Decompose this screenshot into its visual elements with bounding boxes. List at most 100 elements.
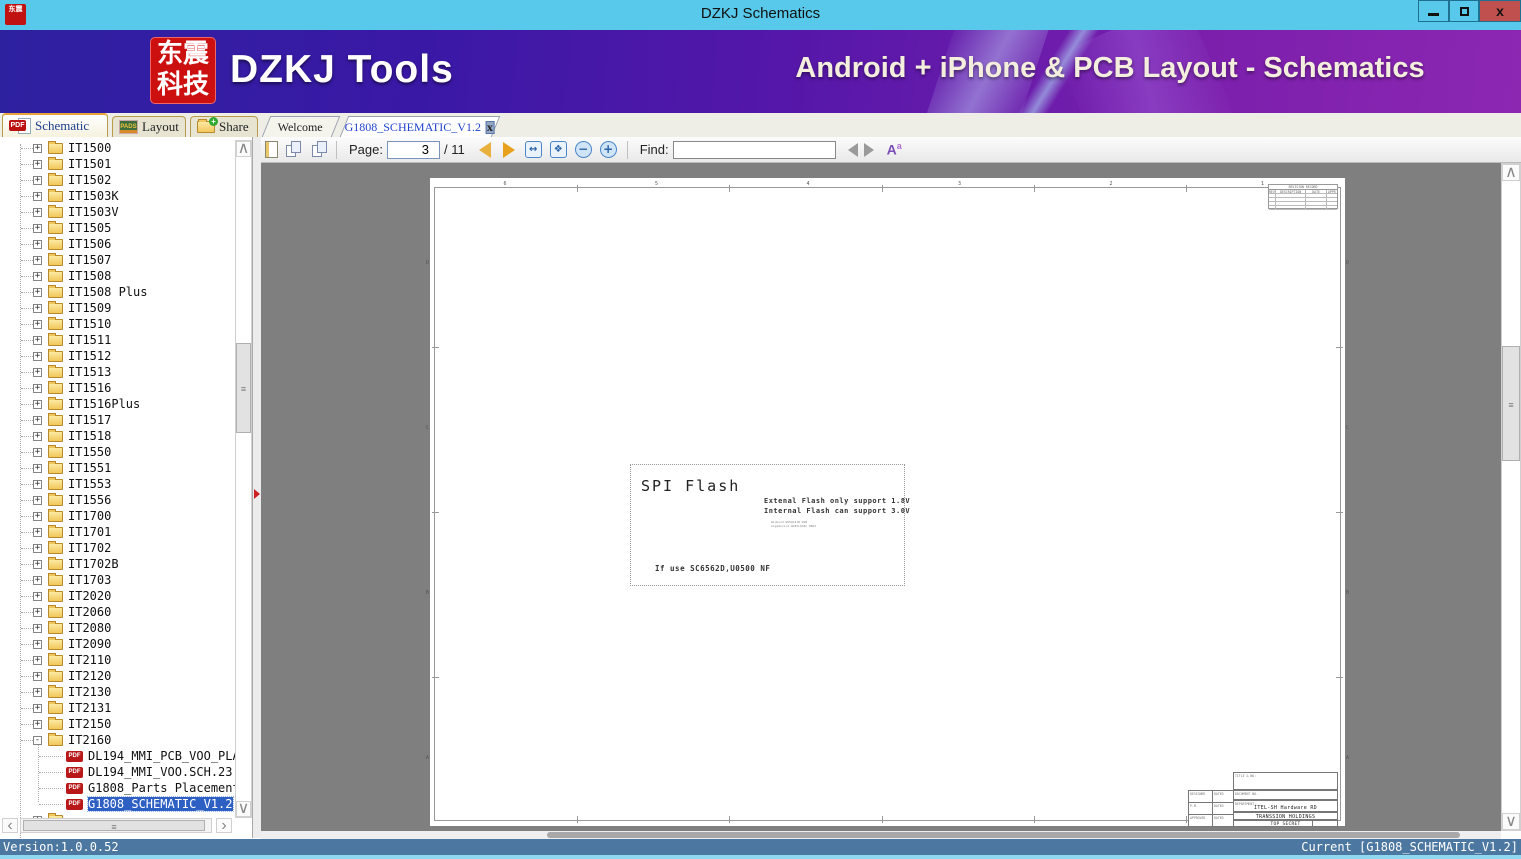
tree-folder-row[interactable]: + IT1516	[0, 380, 235, 396]
expand-icon[interactable]: +	[33, 271, 42, 281]
tree-folder-row[interactable]: + IT1506	[0, 236, 235, 252]
zoom-out-icon[interactable]: −	[574, 141, 592, 158]
tree-vertical-scrollbar[interactable]: ∧ ≡ ∨	[235, 140, 252, 818]
tree-folder-row[interactable]: + IT1501	[0, 156, 235, 172]
expand-icon[interactable]: +	[33, 351, 42, 361]
tree-pdf-row[interactable]: PDF G1808_Parts Placement	[0, 780, 235, 796]
viewer-hscrollbar-thumb[interactable]	[547, 832, 1460, 838]
expand-icon[interactable]: +	[33, 575, 42, 585]
expand-icon[interactable]: +	[33, 463, 42, 473]
close-button[interactable]: x	[1479, 0, 1521, 22]
expand-icon[interactable]: +	[33, 207, 42, 217]
tree-folder-row[interactable]: + IT2060	[0, 604, 235, 620]
tree-folder-row[interactable]: + IT1702B	[0, 556, 235, 572]
expand-icon[interactable]: +	[33, 559, 42, 569]
tree-pdf-row[interactable]: PDF DL194_MMI_VOO.SCH.23	[0, 764, 235, 780]
tree-folder-row[interactable]: + IT2130	[0, 684, 235, 700]
copy-page-icon[interactable]	[286, 141, 304, 158]
expand-icon[interactable]: +	[33, 527, 42, 537]
expand-icon[interactable]: +	[33, 255, 42, 265]
maximize-button[interactable]	[1449, 0, 1479, 22]
tree-folder-row[interactable]: + IT2080	[0, 620, 235, 636]
tree-folder-row[interactable]: + IT1511	[0, 332, 235, 348]
tree-folder-row[interactable]: + IT1512	[0, 348, 235, 364]
tree-folder-row[interactable]: + IT1703	[0, 572, 235, 588]
tree-folder-row[interactable]: + IT2120	[0, 668, 235, 684]
tree-folder-row[interactable]: + IT1553	[0, 476, 235, 492]
expand-icon[interactable]: +	[33, 431, 42, 441]
expand-icon[interactable]: +	[33, 303, 42, 313]
tree-folder-row[interactable]: + IT1701	[0, 524, 235, 540]
minimize-button[interactable]	[1418, 0, 1449, 22]
single-page-icon[interactable]	[265, 141, 278, 158]
tree-folder-row[interactable]: + IT1517	[0, 412, 235, 428]
tree-hscrollbar-thumb[interactable]: ≡	[23, 820, 205, 832]
tree-horizontal-scrollbar[interactable]: ≡	[20, 818, 212, 833]
expand-icon[interactable]: +	[33, 687, 42, 697]
tree-folder-row[interactable]: + IT1550	[0, 444, 235, 460]
tree-folder-row[interactable]: + IT1700	[0, 508, 235, 524]
expand-icon[interactable]: +	[33, 367, 42, 377]
scroll-down-icon[interactable]: ∨	[1502, 813, 1520, 830]
tree-folder-row[interactable]: + IT1702	[0, 540, 235, 556]
tab-close-icon[interactable]: x	[486, 120, 495, 134]
tree-folder-row[interactable]: + IT1505	[0, 220, 235, 236]
tree-folder-row[interactable]: + IT1508 Plus	[0, 284, 235, 300]
tree-scrollbar-thumb[interactable]: ≡	[236, 343, 251, 433]
expand-icon[interactable]: +	[33, 703, 42, 713]
scroll-right-icon[interactable]: ›	[216, 818, 232, 834]
doc-tab-welcome[interactable]: Welcome	[261, 116, 341, 137]
expand-icon[interactable]: +	[33, 671, 42, 681]
expand-icon[interactable]: +	[33, 223, 42, 233]
expand-icon[interactable]: +	[33, 175, 42, 185]
fit-width-icon[interactable]: ↔	[524, 141, 542, 158]
expand-icon[interactable]: +	[33, 447, 42, 457]
viewer-vertical-scrollbar[interactable]: ∧ ≡ ∨	[1501, 163, 1521, 831]
tree-folder-row[interactable]: + IT1510	[0, 316, 235, 332]
tree-folder-row[interactable]: + IT1551	[0, 460, 235, 476]
tree-folder-row[interactable]: + IT1509	[0, 300, 235, 316]
zoom-in-icon[interactable]: +	[599, 141, 617, 158]
doc-tab-schematic-file[interactable]: G1808_SCHEMATIC_V1.2 x	[339, 116, 501, 137]
pdf-viewer[interactable]: 6 5 4 3 2 1 D D C C B B A A REVISION RECORD REV DESCRIP…	[261, 163, 1501, 831]
expand-icon[interactable]: +	[33, 319, 42, 329]
scroll-up-icon[interactable]: ∧	[236, 141, 251, 157]
expand-icon[interactable]: +	[33, 383, 42, 393]
tree-folder-row[interactable]: + IT2131	[0, 700, 235, 716]
scroll-down-icon[interactable]: ∨	[236, 801, 251, 817]
scroll-up-icon[interactable]: ∧	[1502, 164, 1520, 181]
panel-splitter[interactable]	[253, 137, 261, 838]
fit-page-icon[interactable]: ❖	[549, 141, 567, 158]
tree-folder-row[interactable]: + IT2090	[0, 636, 235, 652]
expand-icon[interactable]: +	[33, 479, 42, 489]
expand-icon[interactable]: +	[33, 719, 42, 729]
tree-folder-row[interactable]: + IT1516Plus	[0, 396, 235, 412]
page-number-input[interactable]	[386, 140, 440, 159]
tree-folder-row[interactable]: + IT1556	[0, 492, 235, 508]
tree-folder-row[interactable]: + IT1502	[0, 172, 235, 188]
tree-folder-row[interactable]: + IT1503V	[0, 204, 235, 220]
expand-icon[interactable]: +	[33, 495, 42, 505]
expand-icon[interactable]: +	[33, 511, 42, 521]
expand-icon[interactable]: +	[33, 191, 42, 201]
tree-folder-row[interactable]: + IT1508	[0, 268, 235, 284]
copy-pages-icon[interactable]	[312, 141, 330, 158]
tree-folder-row[interactable]: + IT1503K	[0, 188, 235, 204]
tree-folder-row[interactable]: + IT1513	[0, 364, 235, 380]
expand-icon[interactable]: +	[33, 287, 42, 297]
collapse-panel-icon[interactable]	[254, 489, 260, 499]
find-previous-icon[interactable]	[847, 142, 858, 157]
expand-icon[interactable]: +	[33, 655, 42, 665]
tree-folder-row[interactable]: + IT2020	[0, 588, 235, 604]
match-case-icon[interactable]: Aa	[887, 141, 902, 158]
tree-folder-row[interactable]: + IT1500	[0, 140, 235, 156]
tab-share[interactable]: + Share	[190, 116, 258, 137]
expand-icon[interactable]: +	[33, 591, 42, 601]
tree-pdf-row[interactable]: PDFDL194_MMI_PCB_VOO_PLACEMENT	[0, 748, 235, 764]
expand-icon[interactable]: +	[33, 239, 42, 249]
viewer-scrollbar-thumb[interactable]: ≡	[1502, 346, 1520, 461]
find-input[interactable]	[672, 140, 836, 159]
tree-folder-row[interactable]: + IT1507	[0, 252, 235, 268]
tree-folder-row[interactable]: + IT2110	[0, 652, 235, 668]
expand-icon[interactable]: +	[33, 415, 42, 425]
